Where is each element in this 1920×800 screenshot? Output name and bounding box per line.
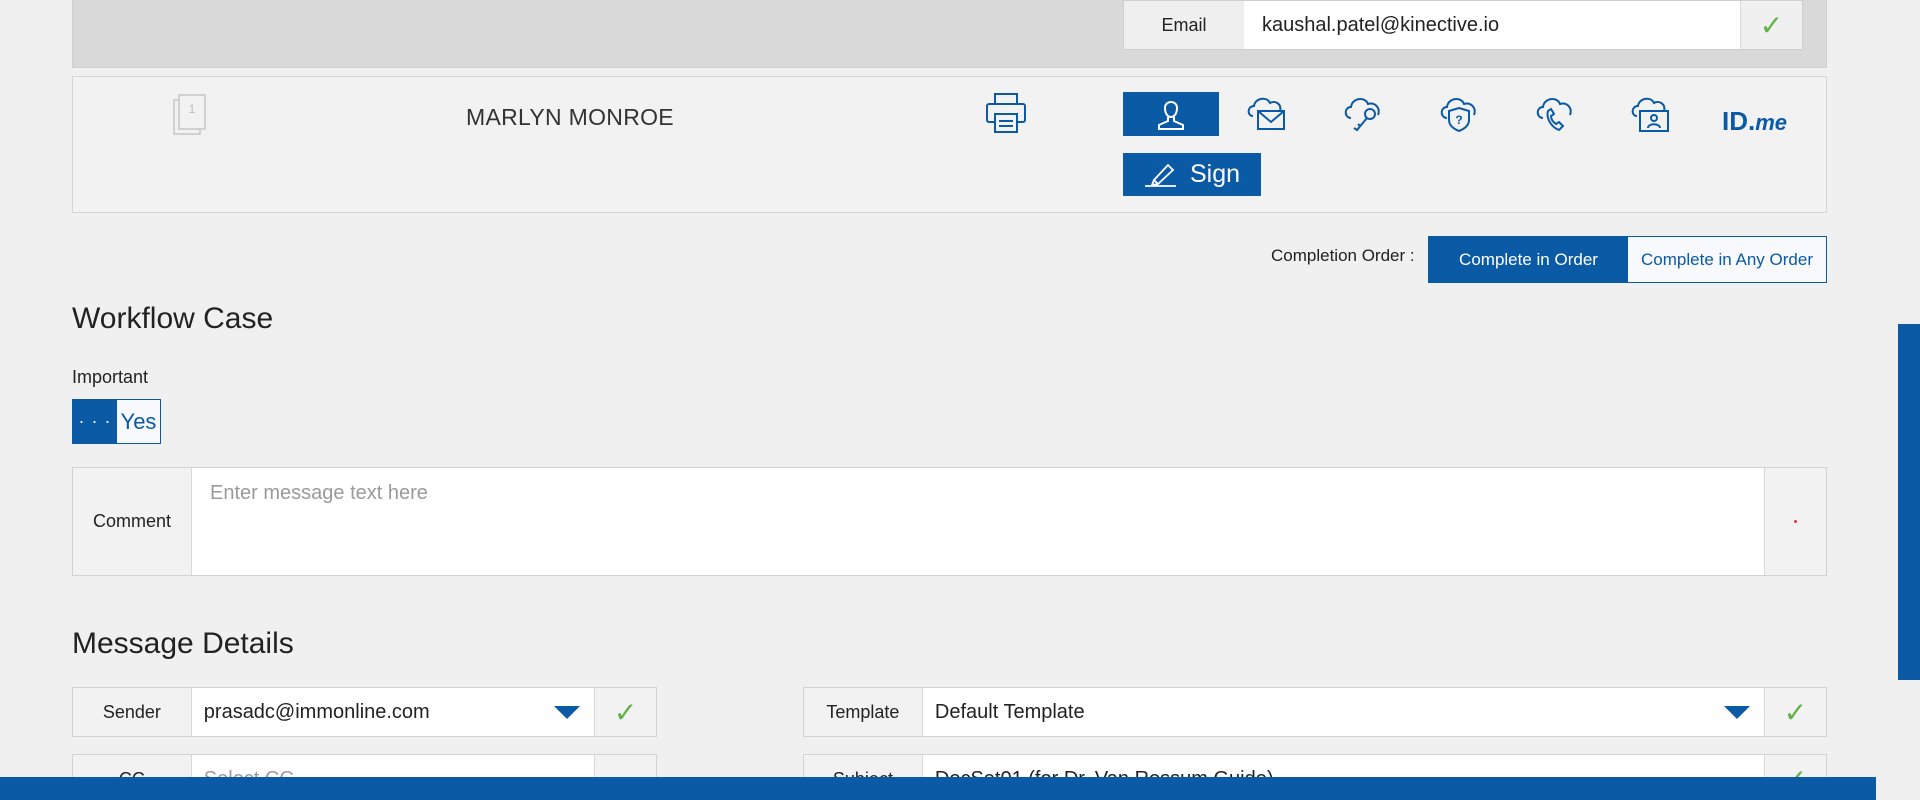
auth-method-kba[interactable]: ? xyxy=(1411,92,1507,136)
comment-textarea[interactable] xyxy=(192,468,1764,575)
bottom-action-bar xyxy=(0,777,1876,800)
template-value: Default Template xyxy=(934,700,1085,723)
auth-method-phone[interactable] xyxy=(1507,92,1603,136)
email-label: Email xyxy=(1161,14,1207,35)
idme-prefix: ID. xyxy=(1722,106,1756,136)
auth-method-user[interactable] xyxy=(1123,92,1219,136)
idme-logo[interactable]: ID.me xyxy=(1722,106,1787,137)
pen-icon xyxy=(1144,163,1176,187)
auth-method-email[interactable] xyxy=(1219,92,1315,136)
email-valid-check-icon: ✓ xyxy=(1740,1,1802,49)
chevron-down-icon xyxy=(554,705,581,719)
template-label: Template xyxy=(804,688,923,736)
signer-name: MARLYN MONROE xyxy=(466,104,674,130)
complete-any-order-button[interactable]: Complete in Any Order xyxy=(1628,237,1826,282)
user-icon xyxy=(1158,101,1184,130)
document-order-icon: 1 xyxy=(173,94,206,135)
required-dot-icon xyxy=(1794,520,1797,523)
completion-order-toggle: Complete in Order Complete in Any Order xyxy=(1428,236,1827,283)
sign-button-label: Sign xyxy=(1189,160,1241,188)
important-label: Important xyxy=(72,367,149,387)
cloud-question-shield-icon: ? xyxy=(1440,98,1476,133)
important-toggle[interactable]: · · · Yes xyxy=(72,399,161,444)
complete-in-order-button[interactable]: Complete in Order xyxy=(1429,237,1628,282)
cloud-phone-icon xyxy=(1536,98,1572,132)
sender-value: prasadc@immonline.com xyxy=(203,700,430,723)
sender-valid-check-icon: ✓ xyxy=(594,688,656,736)
idme-suffix: me xyxy=(1755,110,1788,135)
comment-label: Comment xyxy=(73,468,192,575)
auth-method-id[interactable] xyxy=(1603,92,1699,136)
svg-text:?: ? xyxy=(1455,113,1462,127)
signer-order-number: 1 xyxy=(189,102,196,116)
cloud-key-icon xyxy=(1344,98,1380,132)
toggle-yes-label: Yes xyxy=(117,400,160,443)
cloud-mail-icon xyxy=(1247,97,1285,130)
sender-field-group: Sender prasadc@immonline.com ✓ xyxy=(72,687,657,737)
sender-select[interactable]: prasadc@immonline.com xyxy=(191,688,595,736)
completion-order-label: Completion Order : xyxy=(1271,246,1415,265)
comment-required-indicator xyxy=(1764,468,1826,575)
template-valid-check-icon: ✓ xyxy=(1764,688,1826,736)
sign-button[interactable]: Sign xyxy=(1123,153,1261,196)
template-field-group: Template Default Template ✓ xyxy=(803,687,1827,737)
workflow-case-title: Workflow Case xyxy=(72,302,274,335)
printer-icon[interactable] xyxy=(984,92,1028,134)
template-select[interactable]: Default Template xyxy=(922,688,1765,736)
email-input[interactable] xyxy=(1244,1,1740,49)
message-details-title: Message Details xyxy=(72,627,294,660)
email-field-group: Email ✓ xyxy=(1123,0,1803,50)
sender-label: Sender xyxy=(73,688,192,736)
chevron-down-icon xyxy=(1724,705,1751,719)
auth-method-password[interactable] xyxy=(1315,92,1411,136)
toggle-handle: · · · xyxy=(73,400,117,443)
scrollbar-thumb[interactable] xyxy=(1898,324,1920,680)
comment-field-group: Comment xyxy=(72,467,1827,576)
cloud-id-card-icon xyxy=(1631,97,1669,132)
